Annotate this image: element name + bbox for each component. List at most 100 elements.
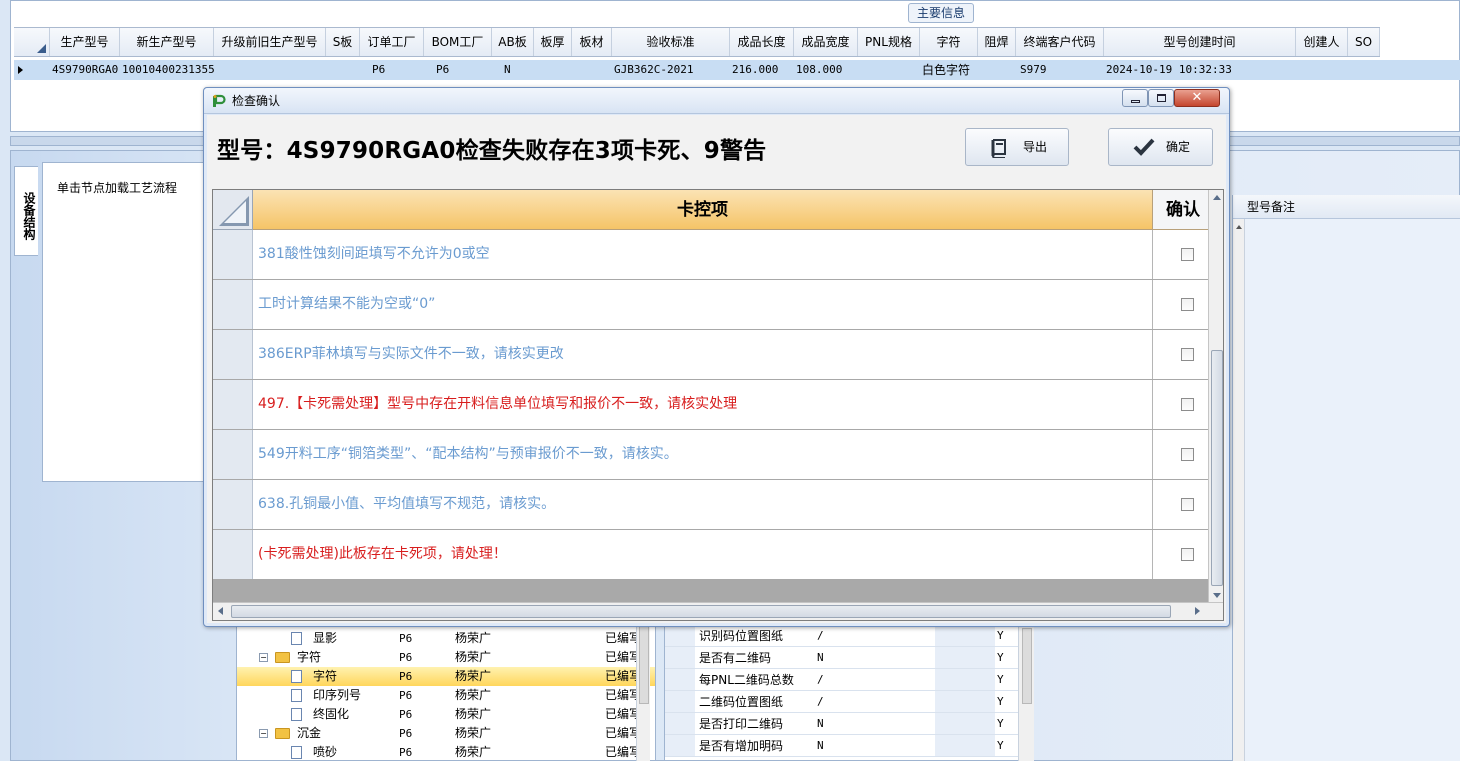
close-button[interactable]: ✕ — [1174, 89, 1220, 107]
row-selector[interactable] — [213, 230, 253, 279]
table-row[interactable]: 638.孔铜最小值、平均值填写不规范，请核实。 — [213, 480, 1213, 530]
row-selector[interactable] — [213, 380, 253, 429]
property-cell[interactable] — [935, 647, 995, 668]
cell[interactable]: 白色字符 — [920, 60, 978, 80]
confirm-checkbox[interactable] — [1181, 248, 1194, 261]
property-row[interactable]: 是否有增加明码 N Y — [665, 735, 1033, 757]
confirm-checkbox[interactable] — [1181, 298, 1194, 311]
property-row[interactable]: 是否有二维码 N Y — [665, 647, 1033, 669]
remarks-scrollbar[interactable] — [1233, 219, 1245, 761]
col-header[interactable]: 生产型号 — [50, 28, 120, 56]
col-header[interactable]: 订单工厂 — [360, 28, 424, 56]
cell[interactable] — [978, 60, 1016, 80]
tree-node[interactable]: 终固化 P6 杨荣广 已编写 — [237, 705, 655, 724]
tab-main-info[interactable]: 主要信息 — [908, 3, 974, 23]
property-cell[interactable] — [935, 625, 995, 646]
scroll-thumb[interactable] — [639, 624, 649, 704]
cell[interactable]: 108.000 — [794, 60, 858, 80]
col-header-control-item[interactable]: 卡控项 — [253, 190, 1153, 230]
col-header[interactable]: 验收标准 — [612, 28, 730, 56]
col-header[interactable]: 板厚 — [534, 28, 572, 56]
table-row[interactable]: 386ERP菲林填写与实际文件不一致，请核实更改 — [213, 330, 1213, 380]
cell[interactable]: GJB362C-2021 — [612, 60, 730, 80]
scroll-right-icon[interactable] — [1195, 607, 1200, 615]
dialog-titlebar[interactable]: 检查确认 ✕ — [204, 88, 1229, 114]
cell[interactable]: S979 — [1016, 60, 1104, 80]
col-header[interactable]: 升级前旧生产型号 — [214, 28, 326, 56]
tree-node[interactable]: 印序列号 P6 杨荣广 已编写 — [237, 686, 655, 705]
property-value[interactable]: N — [817, 713, 824, 735]
ok-button[interactable]: 确定 — [1108, 128, 1213, 166]
cell[interactable] — [1296, 60, 1348, 80]
confirm-checkbox[interactable] — [1181, 348, 1194, 361]
cell[interactable] — [572, 60, 612, 80]
property-row[interactable]: 二维码位置图纸 / Y — [665, 691, 1033, 713]
row-selector[interactable] — [213, 280, 253, 329]
row-selector[interactable] — [213, 330, 253, 379]
col-header[interactable]: 新生产型号 — [120, 28, 214, 56]
tree-node[interactable]: 显影 P6 杨荣广 已编写 — [237, 629, 655, 648]
property-flag[interactable]: Y — [997, 647, 1004, 669]
cell[interactable] — [534, 60, 572, 80]
property-cell[interactable] — [935, 669, 995, 690]
scroll-up-icon[interactable] — [1236, 225, 1242, 229]
property-scrollbar[interactable] — [1018, 620, 1034, 761]
confirm-checkbox[interactable] — [1181, 548, 1194, 561]
tree-node[interactable]: 字符 P6 杨荣广 已编写 — [237, 667, 655, 686]
scroll-up-icon[interactable] — [1213, 195, 1221, 200]
row-selector[interactable] — [213, 480, 253, 529]
col-header[interactable]: 成品宽度 — [794, 28, 858, 56]
row-selector[interactable] — [213, 430, 253, 479]
property-cell[interactable] — [935, 713, 995, 734]
cell[interactable]: 10010400231355 — [120, 60, 214, 80]
collapse-icon[interactable]: − — [259, 729, 268, 738]
property-flag[interactable]: Y — [997, 691, 1004, 713]
collapse-icon[interactable]: − — [259, 653, 268, 662]
confirm-checkbox[interactable] — [1181, 498, 1194, 511]
col-header[interactable]: 成品长度 — [730, 28, 794, 56]
property-flag[interactable]: Y — [997, 735, 1004, 757]
col-header[interactable]: BOM工厂 — [424, 28, 492, 56]
property-value[interactable]: / — [817, 625, 824, 647]
property-value[interactable]: / — [817, 691, 824, 713]
control-grid-vscrollbar[interactable] — [1208, 190, 1223, 602]
col-header[interactable]: 创建人 — [1296, 28, 1348, 56]
cell[interactable]: 2024-10-19 10:32:33 — [1104, 60, 1296, 80]
property-row[interactable]: 识别码位置图纸 / Y — [665, 625, 1033, 647]
col-header[interactable]: S板 — [326, 28, 360, 56]
select-all-corner[interactable] — [213, 190, 253, 230]
tree-node[interactable]: 喷砂 P6 杨荣广 已编写 — [237, 743, 655, 760]
cell[interactable] — [858, 60, 920, 80]
col-header[interactable]: 板材 — [572, 28, 612, 56]
minimize-button[interactable] — [1122, 89, 1148, 107]
scroll-thumb[interactable] — [231, 605, 1171, 618]
col-header[interactable]: 阻焊 — [978, 28, 1016, 56]
cell[interactable]: N — [492, 60, 534, 80]
scroll-down-icon[interactable] — [1213, 593, 1221, 598]
cell[interactable]: P6 — [424, 60, 492, 80]
property-value[interactable]: N — [817, 647, 824, 669]
grid-corner[interactable] — [14, 28, 50, 56]
property-cell[interactable] — [935, 735, 995, 756]
table-row[interactable]: (卡死需处理)此板存在卡死项，请处理！ — [213, 530, 1213, 580]
export-button[interactable]: 导出 — [965, 128, 1069, 166]
scroll-thumb[interactable] — [1211, 350, 1223, 586]
table-row[interactable]: 381酸性蚀刻间距填写不允许为0或空 — [213, 230, 1213, 280]
maximize-button[interactable] — [1148, 89, 1174, 107]
tree-scrollbar[interactable] — [636, 620, 650, 761]
scroll-left-icon[interactable] — [218, 607, 223, 615]
table-row[interactable]: 549开料工序“铜箔类型”、“配本结构”与预审报价不一致，请核实。 — [213, 430, 1213, 480]
property-cell[interactable] — [935, 691, 995, 712]
table-row[interactable]: 497.【卡死需处理】型号中存在开料信息单位填写和报价不一致，请核实处理 — [213, 380, 1213, 430]
property-value[interactable]: N — [817, 735, 824, 757]
col-header[interactable]: SO — [1348, 28, 1380, 56]
col-header[interactable]: PNL规格 — [858, 28, 920, 56]
confirm-checkbox[interactable] — [1181, 398, 1194, 411]
row-selector[interactable] — [213, 530, 253, 579]
table-row[interactable]: 工时计算结果不能为空或“0” — [213, 280, 1213, 330]
property-row[interactable]: 是否打印二维码 N Y — [665, 713, 1033, 735]
col-header-confirm[interactable]: 确认 — [1153, 190, 1209, 230]
cell[interactable]: P6 — [360, 60, 424, 80]
property-flag[interactable]: Y — [997, 669, 1004, 691]
tree-node[interactable]: − 沉金 P6 杨荣广 已编写 — [237, 724, 655, 743]
